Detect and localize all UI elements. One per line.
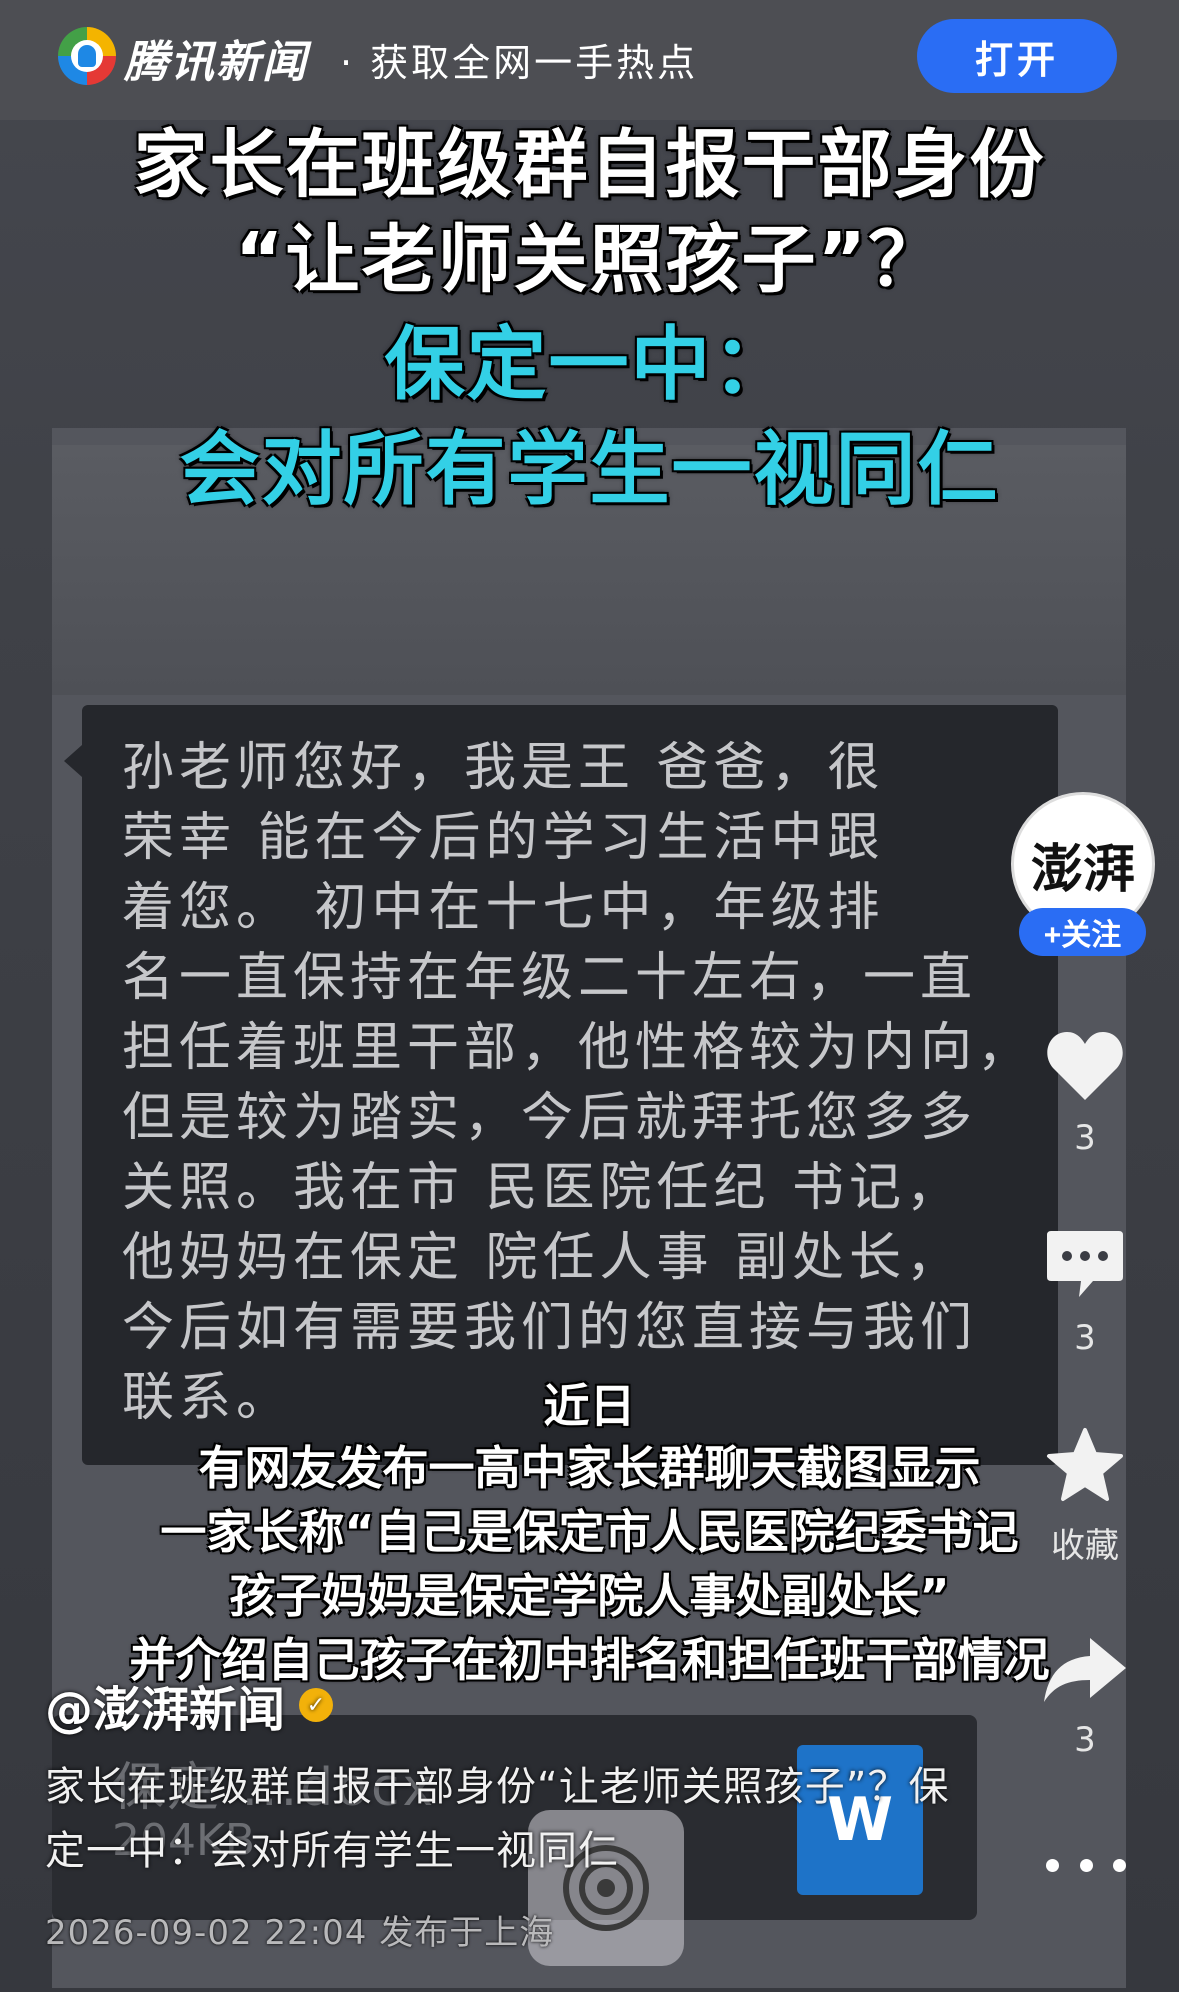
headline-line-1: 家长在班级群自报干部身份 xyxy=(133,122,1046,208)
caption-line: 近日 xyxy=(543,1379,636,1433)
comment-count: 3 xyxy=(1074,1318,1096,1358)
headline-line-2: “让老师关照孩子”？ xyxy=(234,217,945,303)
chat-line: 关照。我在市 民医院任纪 书记， xyxy=(122,1158,964,1218)
heart-icon xyxy=(1047,1032,1123,1100)
caption-line: 一家长称“自己是保定市人民医院纪委书记 xyxy=(160,1505,1019,1559)
post-description: 家长在班级群自报干部身份“让老师关照孩子”？保定一中：会对所有学生一视同仁 xyxy=(45,1764,950,1874)
chat-line: 但是较为踏实，今后就拜托您多多 xyxy=(122,1088,978,1148)
author-name: @澎湃新闻 xyxy=(45,1682,286,1738)
comment-button[interactable] xyxy=(1040,1220,1130,1310)
favorite-button[interactable] xyxy=(1040,1420,1130,1510)
like-count: 3 xyxy=(1074,1118,1096,1158)
chat-line: 荣幸 能在今后的学习生活中跟 xyxy=(122,808,885,868)
banner-slogan: · 获取全网一手热点 xyxy=(340,41,699,85)
share-arrow-icon xyxy=(1044,1638,1126,1702)
follow-button[interactable]: +关注 xyxy=(1019,908,1146,956)
chat-line: 担任着班里干部，他性格较为内向， xyxy=(122,1018,1035,1078)
headline-line-4: 会对所有学生一视同仁 xyxy=(179,423,1000,516)
open-app-button[interactable]: 打开 xyxy=(917,19,1117,93)
chat-message-bubble: 孙老师您好，我是王 爸爸，很 荣幸 能在今后的学习生活中跟 着您。 初中在十七中… xyxy=(64,705,1058,1465)
share-button[interactable] xyxy=(1040,1625,1130,1715)
chat-line: 今后如有需要我们的您直接与我们 xyxy=(122,1298,978,1358)
verified-badge-icon: ✓ xyxy=(299,1688,334,1722)
share-count: 3 xyxy=(1074,1720,1096,1760)
comment-icon xyxy=(1047,1231,1123,1297)
app-banner: 腾讯新闻 · 获取全网一手热点 打开 xyxy=(0,0,1179,120)
caption-line: 孩子妈妈是保定学院人事处副处长” xyxy=(229,1569,950,1623)
caption-line: 有网友发布一高中家长群聊天截图显示 xyxy=(198,1441,981,1495)
chat-line: 名一直保持在年级二十左右，一直 xyxy=(122,948,978,1008)
chat-line: 孙老师您好，我是王 爸爸，很 xyxy=(122,738,885,798)
favorite-label: 收藏 xyxy=(1051,1526,1119,1566)
star-icon xyxy=(1047,1428,1123,1501)
chat-line: 他妈妈在保定 院任人事 副处长， xyxy=(122,1228,964,1288)
author-name-row[interactable]: @澎湃新闻 ✓ xyxy=(45,1670,334,1740)
like-button[interactable] xyxy=(1040,1020,1130,1110)
chat-line: 着您。 初中在十七中，年级排 xyxy=(122,878,885,938)
more-options-icon[interactable] xyxy=(1046,1850,1126,1880)
headline-line-3: 保定一中： xyxy=(384,318,795,411)
post-meta: 2026-09-02 22:04 发布于上海 xyxy=(45,1913,555,1953)
brand-name: 腾讯新闻 xyxy=(124,37,308,88)
tencent-news-logo-icon xyxy=(58,27,116,85)
